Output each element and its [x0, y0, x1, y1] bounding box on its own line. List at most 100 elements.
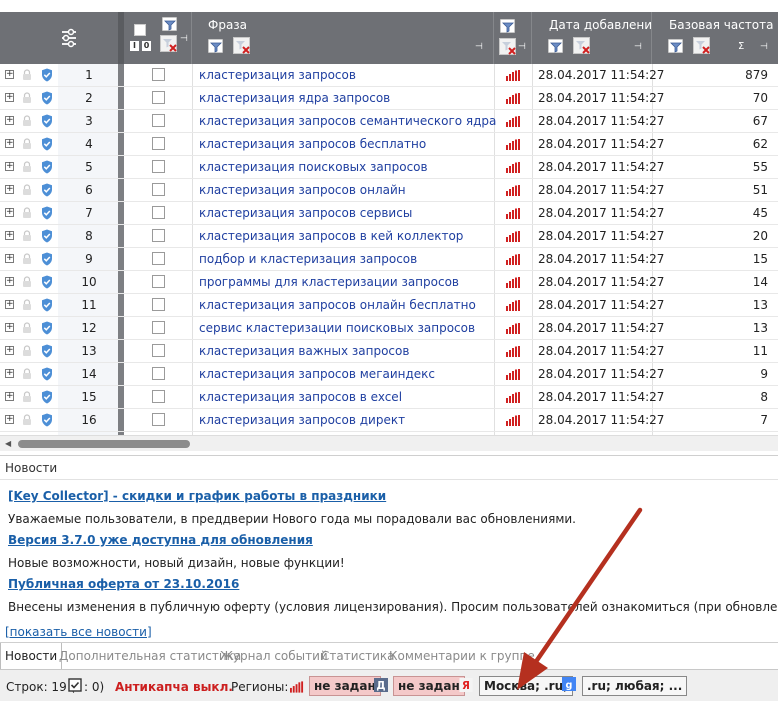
lock-icon[interactable] [22, 414, 32, 426]
table-row[interactable]: +9 подбор и кластеризация запросов 28.04.2… [0, 248, 778, 271]
filter-icon[interactable] [162, 17, 177, 31]
shield-check-icon[interactable] [41, 321, 53, 335]
tab-additional-stats[interactable]: Дополнительная статистика [59, 643, 241, 670]
news-link[interactable]: Публичная оферта от 23.10.2016 [8, 577, 239, 591]
lock-icon[interactable] [22, 368, 32, 380]
row-checkbox[interactable] [152, 183, 165, 196]
filter-icon[interactable] [208, 39, 223, 53]
expand-icon[interactable]: + [5, 346, 14, 355]
phrase-cell[interactable]: подбор и кластеризация запросов [199, 248, 417, 270]
table-row[interactable]: +11 кластеризация запросов онлайн бесплат… [0, 294, 778, 317]
table-row[interactable]: +12 сервис кластеризации поисковых запрос… [0, 317, 778, 340]
lock-icon[interactable] [22, 299, 32, 311]
shield-check-icon[interactable] [41, 160, 53, 174]
clear-filter-icon[interactable] [160, 35, 177, 52]
frequency-bars-icon[interactable] [506, 231, 520, 242]
shield-check-icon[interactable] [41, 298, 53, 312]
table-row[interactable]: +1 кластеризация запросов 28.04.2017 11:54… [0, 64, 778, 87]
phrase-cell[interactable]: кластеризация запросов мегаиндекс [199, 363, 435, 385]
table-row[interactable]: +14 кластеризация запросов мегаиндекс 28.0… [0, 363, 778, 386]
phrase-cell[interactable]: кластеризация поисковых запросов [199, 156, 428, 178]
sum-icon[interactable]: Σ [738, 41, 744, 52]
row-checkbox[interactable] [152, 160, 165, 173]
lock-icon[interactable] [22, 253, 32, 265]
filter-icon[interactable] [500, 19, 515, 33]
lock-icon[interactable] [22, 276, 32, 288]
header-settings-cell[interactable] [0, 12, 122, 64]
region-google-badge[interactable]: .ru; любая; ... [582, 676, 688, 696]
row-checkbox[interactable] [152, 252, 165, 265]
row-checkbox[interactable] [152, 275, 165, 288]
header-phrase-cell[interactable]: Фраза ⊣ [192, 12, 494, 64]
frequency-bars-icon[interactable] [506, 93, 520, 104]
pin-icon[interactable]: ⊣ [180, 34, 188, 44]
table-row[interactable]: +8 кластеризация запросов в кей коллектор… [0, 225, 778, 248]
shield-check-icon[interactable] [41, 114, 53, 128]
table-row[interactable]: +3 кластеризация запросов семантического … [0, 110, 778, 133]
region-yandex-badge[interactable]: Москва; .ru; [479, 676, 573, 696]
expand-icon[interactable]: + [5, 93, 14, 102]
phrase-cell[interactable]: кластеризация запросов онлайн бесплатно [199, 294, 476, 316]
clear-filter-icon[interactable] [573, 37, 590, 54]
news-link[interactable]: [Key Collector] - скидки и график работы… [8, 489, 386, 503]
region-direct-badge[interactable]: не задан [393, 676, 465, 696]
pin-icon[interactable]: ⊣ [760, 42, 768, 52]
phrase-cell[interactable]: кластеризация запросов бесплатно [199, 133, 426, 155]
pin-icon[interactable]: ⊣ [518, 42, 526, 52]
expand-icon[interactable]: + [5, 323, 14, 332]
shield-check-icon[interactable] [41, 367, 53, 381]
table-row[interactable]: +2 кластеризация ядра запросов 28.04.2017 … [0, 87, 778, 110]
row-checkbox[interactable] [152, 91, 165, 104]
row-checkbox[interactable] [152, 229, 165, 242]
expand-icon[interactable]: + [5, 162, 14, 171]
shield-check-icon[interactable] [41, 229, 53, 243]
expand-icon[interactable]: + [5, 70, 14, 79]
table-row[interactable]: +15 кластеризация запросов в excel 28.04.2… [0, 386, 778, 409]
phrase-cell[interactable]: кластеризация ядра запросов [199, 87, 390, 109]
phrase-cell[interactable]: кластеризация запросов [199, 64, 356, 86]
frequency-bars-icon[interactable] [506, 300, 520, 311]
shield-check-icon[interactable] [41, 137, 53, 151]
header-graph-cell[interactable]: ⊣ [494, 12, 532, 64]
lock-icon[interactable] [22, 92, 32, 104]
shield-check-icon[interactable] [41, 344, 53, 358]
frequency-bars-icon[interactable] [506, 277, 520, 288]
row-checkbox[interactable] [152, 413, 165, 426]
pin-icon[interactable]: ⊣ [634, 42, 642, 52]
phrase-cell[interactable]: кластеризация важных запросов [199, 340, 409, 362]
lock-icon[interactable] [22, 391, 32, 403]
filter-icon[interactable] [548, 39, 563, 53]
expand-icon[interactable]: + [5, 277, 14, 286]
lock-icon[interactable] [22, 161, 32, 173]
phrase-cell[interactable]: кластеризация запросов онлайн [199, 179, 406, 201]
frequency-bars-icon[interactable] [506, 323, 520, 334]
scrollbar-thumb[interactable] [18, 440, 190, 448]
tab-news[interactable]: Новости [0, 643, 63, 670]
tab-group-comments[interactable]: Комментарии к группе [389, 643, 535, 670]
phrase-cell[interactable]: программы для кластеризации запросов [199, 271, 459, 293]
expand-icon[interactable]: + [5, 300, 14, 309]
shield-check-icon[interactable] [41, 206, 53, 220]
header-date-cell[interactable]: Дата добавлени ⊣ [532, 12, 652, 64]
clear-filter-icon[interactable] [233, 37, 250, 54]
clear-filter-icon[interactable] [499, 38, 516, 55]
row-checkbox[interactable] [152, 68, 165, 81]
table-row[interactable]: +6 кластеризация запросов онлайн 28.04.201… [0, 179, 778, 202]
shield-check-icon[interactable] [41, 275, 53, 289]
lock-icon[interactable] [22, 115, 32, 127]
frequency-bars-icon[interactable] [506, 116, 520, 127]
row-checkbox[interactable] [152, 367, 165, 380]
phrase-cell[interactable]: кластеризация запросов в excel [199, 386, 402, 408]
phrase-cell[interactable]: кластеризация запросов директ [199, 409, 405, 431]
lock-icon[interactable] [22, 184, 32, 196]
table-row[interactable]: +7 кластеризация запросов сервисы 28.04.20… [0, 202, 778, 225]
row-checkbox[interactable] [152, 298, 165, 311]
expand-icon[interactable]: + [5, 231, 14, 240]
column-settings-icon[interactable] [60, 28, 78, 48]
frequency-bars-icon[interactable] [506, 162, 520, 173]
phrase-cell[interactable]: кластеризация запросов в кей коллектор [199, 225, 463, 247]
lock-icon[interactable] [22, 69, 32, 81]
table-row[interactable]: +16 кластеризация запросов директ 28.04.20… [0, 409, 778, 432]
frequency-bars-icon[interactable] [506, 392, 520, 403]
anticaptcha-status[interactable]: Антикапча выкл. [115, 680, 233, 694]
